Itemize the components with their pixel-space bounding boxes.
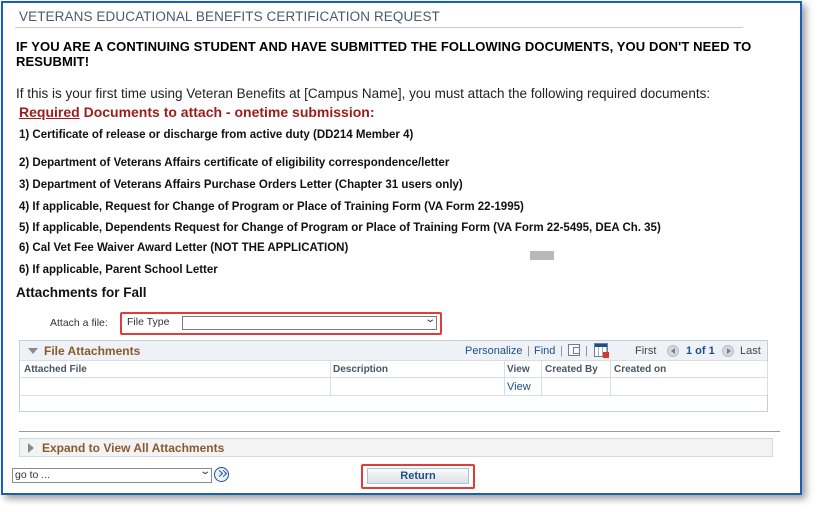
- document-item: 6) If applicable, Parent School Letter: [19, 264, 218, 276]
- last-label: Last: [740, 345, 761, 357]
- resubmit-notice: IF YOU ARE A CONTINUING STUDENT AND HAVE…: [16, 39, 752, 69]
- attachments-heading: Attachments for Fall: [16, 285, 147, 300]
- column-header-attached-file: Attached File: [24, 364, 87, 375]
- intro-text: If this is your first time using Veteran…: [16, 86, 711, 101]
- document-item: 5) If applicable, Dependents Request for…: [19, 222, 661, 234]
- title-divider: [15, 27, 743, 28]
- view-all-icon[interactable]: [568, 344, 580, 356]
- column-header-description: Description: [333, 364, 389, 375]
- column-header-created-on: Created on: [614, 364, 667, 375]
- document-item: 2) Department of Veterans Affairs certif…: [19, 157, 450, 169]
- section-divider: [19, 431, 780, 432]
- file-type-select[interactable]: ⌄: [182, 314, 437, 330]
- document-item: 1) Certificate of release or discharge f…: [19, 129, 414, 141]
- find-link[interactable]: Find: [534, 345, 555, 357]
- return-button[interactable]: Return: [367, 468, 469, 484]
- expand-attachments-label: Expand to View All Attachments: [42, 441, 225, 455]
- grid-separator: |: [527, 345, 530, 357]
- document-item: 3) Department of Veterans Affairs Purcha…: [19, 179, 463, 191]
- expand-attachments-bar[interactable]: Expand to View All Attachments: [19, 438, 773, 457]
- page-frame: VETERANS EDUCATIONAL BENEFITS CERTIFICAT…: [1, 1, 802, 495]
- row-range: 1 of 1: [686, 345, 715, 357]
- grid-column-divider: [767, 361, 768, 395]
- grid-title: File Attachments: [44, 344, 141, 358]
- required-documents-heading: Required Documents to attach - onetime s…: [19, 104, 375, 120]
- previous-page-icon[interactable]: [667, 345, 679, 357]
- expand-triangle-icon: [28, 443, 34, 453]
- collapse-triangle-icon[interactable]: [28, 348, 38, 354]
- chevron-down-icon: ⌄: [423, 314, 436, 325]
- goto-select[interactable]: go to ... ⌄: [12, 466, 212, 483]
- column-header-view: View: [507, 364, 530, 375]
- file-attachments-grid: File Attachments Personalize | Find | | …: [19, 340, 768, 412]
- page-title: VETERANS EDUCATIONAL BENEFITS CERTIFICAT…: [19, 9, 440, 24]
- goto-value: go to ...: [15, 469, 51, 481]
- chevron-down-icon: ⌄: [198, 466, 211, 477]
- grid-column-divider: [504, 361, 505, 395]
- required-heading-rest: Documents to attach - onetime submission…: [79, 104, 375, 120]
- download-spreadsheet-icon[interactable]: [594, 343, 609, 358]
- go-arrows-icon[interactable]: [214, 467, 229, 482]
- column-header-created-by: Created By: [545, 364, 598, 375]
- grid-column-divider: [610, 361, 611, 395]
- grid-row-divider: [20, 395, 767, 396]
- attach-file-label: Attach a file:: [50, 317, 108, 329]
- grid-column-divider: [541, 361, 542, 395]
- personalize-link[interactable]: Personalize: [465, 345, 522, 357]
- next-page-icon[interactable]: [722, 345, 734, 357]
- grid-row-divider: [20, 377, 767, 378]
- view-link[interactable]: View: [507, 381, 531, 393]
- redaction-block: [530, 251, 554, 260]
- grid-separator: |: [585, 345, 588, 357]
- grid-column-divider: [330, 361, 331, 395]
- grid-header: File Attachments Personalize | Find | | …: [20, 341, 767, 361]
- file-type-label: File Type: [127, 316, 170, 328]
- first-label: First: [635, 345, 657, 357]
- grid-separator: |: [560, 345, 563, 357]
- document-item: 4) If applicable, Request for Change of …: [19, 201, 524, 213]
- document-item: 6) Cal Vet Fee Waiver Award Letter (NOT …: [19, 242, 349, 254]
- required-word: Required: [19, 104, 80, 120]
